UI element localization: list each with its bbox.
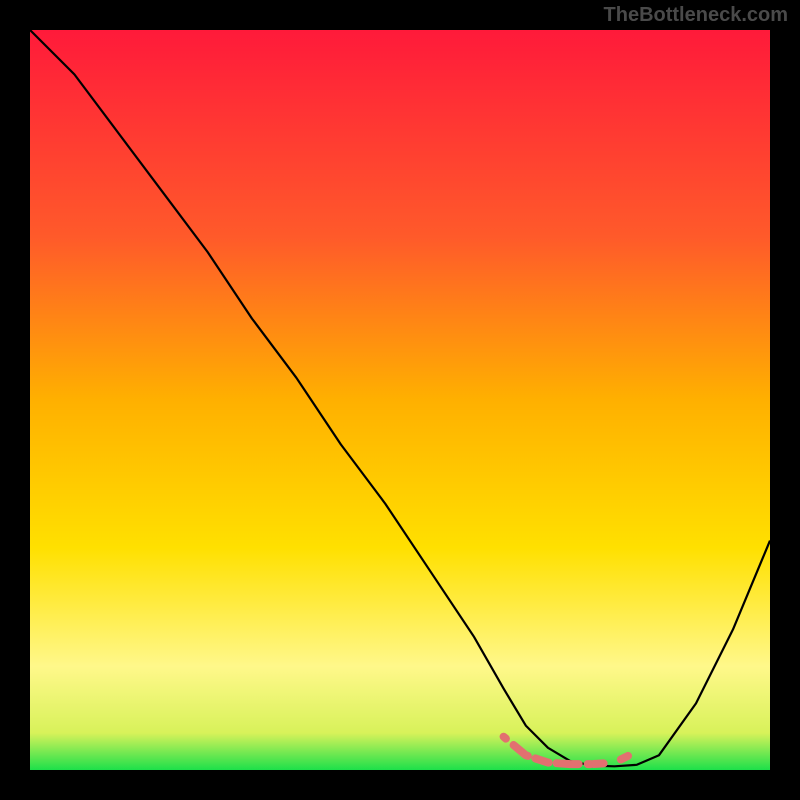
gradient-background bbox=[30, 30, 770, 770]
chart-svg bbox=[30, 30, 770, 770]
chart-container: TheBottleneck.com bbox=[0, 0, 800, 800]
plot-area bbox=[30, 30, 770, 770]
watermark-text: TheBottleneck.com bbox=[604, 4, 788, 27]
